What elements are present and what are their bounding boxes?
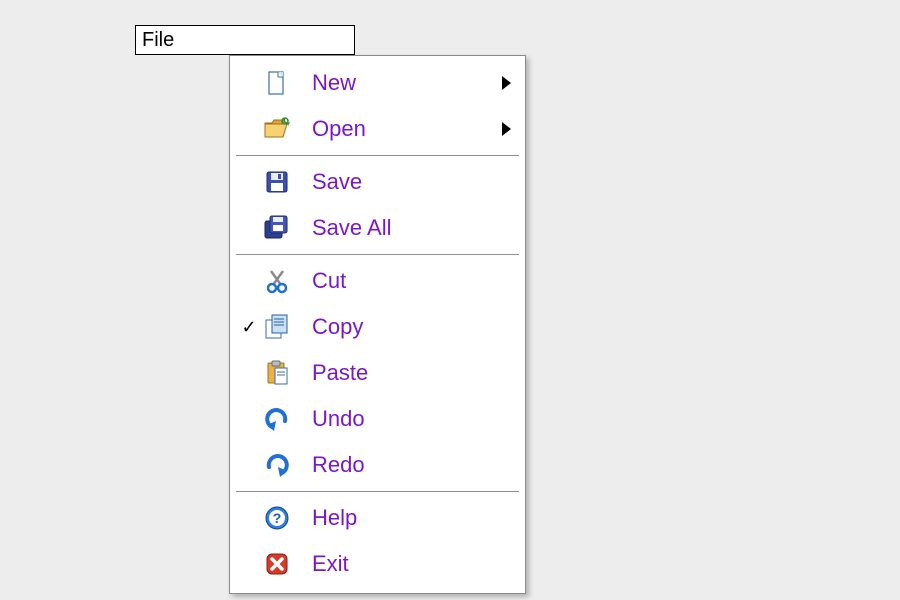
paste-icon <box>260 359 294 387</box>
file-menu-label: File <box>142 29 174 51</box>
svg-text:?: ? <box>273 510 282 526</box>
menu-item-cut[interactable]: Cut <box>230 258 525 304</box>
menu-item-help[interactable]: ? Help <box>230 495 525 541</box>
menu-item-label: Save All <box>294 217 493 239</box>
menu-item-copy[interactable]: ✓ Copy <box>230 304 525 350</box>
menu-item-label: Exit <box>294 553 493 575</box>
submenu-arrow-icon <box>493 76 511 90</box>
cut-icon <box>260 268 294 294</box>
menu-separator <box>236 254 519 255</box>
menu-item-label: Redo <box>294 454 493 476</box>
menu-item-label: Undo <box>294 408 493 430</box>
menu-separator <box>236 491 519 492</box>
file-menu-button[interactable]: File <box>135 25 355 55</box>
menu-item-label: Open <box>294 118 493 140</box>
exit-icon <box>260 551 294 577</box>
menu-separator <box>236 155 519 156</box>
menu-item-paste[interactable]: Paste <box>230 350 525 396</box>
check-mark-icon: ✓ <box>238 317 260 338</box>
help-icon: ? <box>260 505 294 531</box>
undo-icon <box>260 407 294 431</box>
menu-item-exit[interactable]: Exit <box>230 541 525 587</box>
submenu-arrow-icon <box>493 122 511 136</box>
menu-item-label: Help <box>294 507 493 529</box>
menu-item-label: Cut <box>294 270 493 292</box>
file-dropdown-menu: New Open <box>229 55 526 594</box>
menu-item-label: Save <box>294 171 493 193</box>
save-all-icon <box>260 214 294 242</box>
menu-item-label: Copy <box>294 316 493 338</box>
menu-item-save[interactable]: Save <box>230 159 525 205</box>
menu-item-save-all[interactable]: Save All <box>230 205 525 251</box>
copy-icon <box>260 313 294 341</box>
menu-item-label: New <box>294 72 493 94</box>
menu-item-open[interactable]: Open <box>230 106 525 152</box>
menu-item-redo[interactable]: Redo <box>230 442 525 488</box>
menu-item-label: Paste <box>294 362 493 384</box>
save-icon <box>260 169 294 195</box>
open-folder-icon <box>260 117 294 141</box>
new-file-icon <box>260 70 294 96</box>
menu-item-new[interactable]: New <box>230 60 525 106</box>
menu-item-undo[interactable]: Undo <box>230 396 525 442</box>
redo-icon <box>260 453 294 477</box>
